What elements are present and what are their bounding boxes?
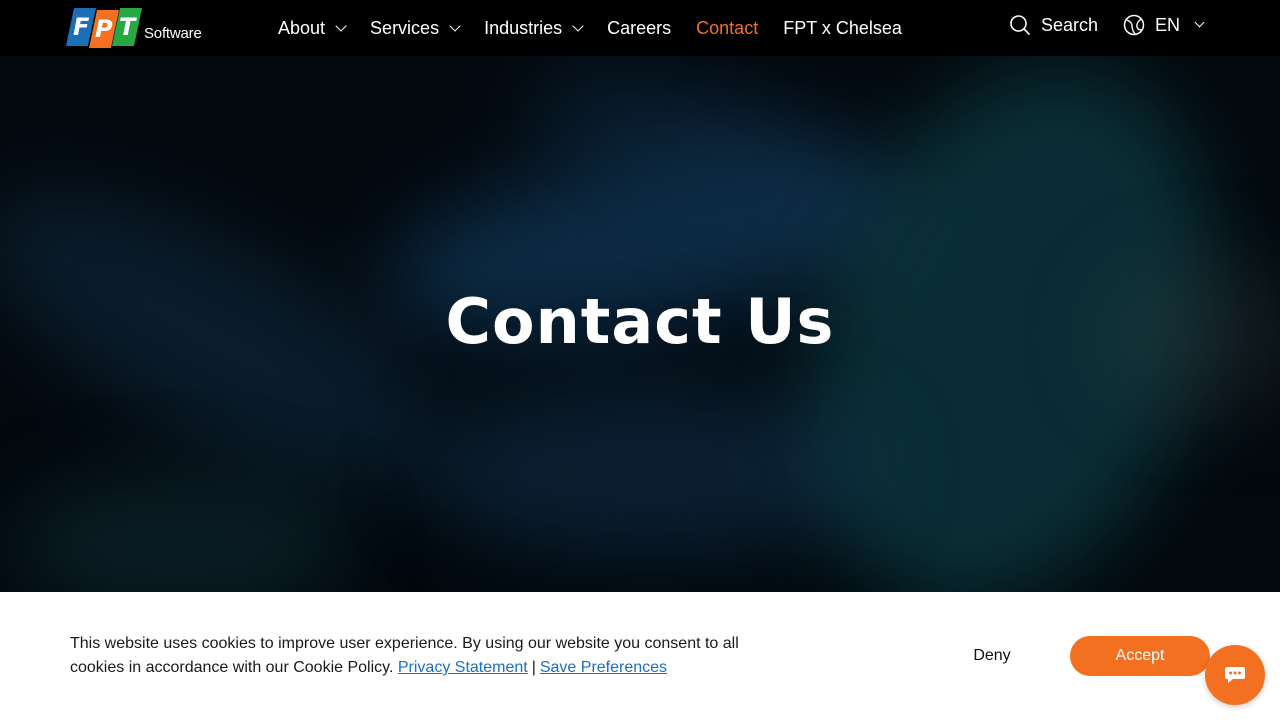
chevron-down-icon — [335, 19, 347, 32]
nav-item-label: About — [278, 17, 326, 38]
chevron-down-icon — [1194, 17, 1205, 28]
logo-letter-f: F — [72, 13, 90, 41]
page-title: Contact Us — [445, 285, 835, 358]
chevron-down-icon — [572, 19, 584, 32]
search-button[interactable]: Search — [1009, 14, 1098, 36]
main-nav: About Services Industries Careers Contac… — [278, 0, 927, 56]
logo-wordmark: Software — [144, 25, 202, 42]
chevron-down-icon — [449, 19, 461, 32]
fpt-software-logo[interactable]: F P T Software — [65, 6, 202, 48]
nav-item-label: Services — [370, 17, 440, 38]
globe-icon — [1123, 14, 1145, 36]
site-header: F P T Software About Services Industries… — [0, 0, 1280, 56]
logo-letter-p: P — [95, 15, 113, 43]
nav-item-fpt-x-chelsea[interactable]: FPT x Chelsea — [783, 18, 902, 39]
nav-item-industries[interactable]: Industries — [484, 17, 584, 39]
link-separator: | — [531, 659, 536, 676]
chat-bubble-icon — [1225, 667, 1245, 683]
nav-item-services[interactable]: Services — [370, 17, 461, 39]
chat-button[interactable] — [1205, 645, 1265, 705]
nav-item-label: Contact — [696, 17, 759, 38]
hero-background-glow — [10, 476, 350, 592]
nav-item-label: Industries — [484, 17, 563, 38]
language-label: EN — [1155, 14, 1181, 35]
nav-item-label: FPT x Chelsea — [783, 17, 902, 38]
accept-button[interactable]: Accept — [1070, 636, 1210, 676]
search-icon — [1010, 15, 1030, 35]
privacy-statement-link[interactable]: Privacy Statement — [398, 659, 528, 676]
nav-item-about[interactable]: About — [278, 17, 347, 39]
deny-button[interactable]: Deny — [952, 636, 1032, 676]
logo-mark: F P T — [65, 6, 143, 48]
hero-background-glow — [420, 386, 880, 556]
nav-item-label: Careers — [607, 17, 672, 38]
search-label: Search — [1041, 14, 1099, 35]
logo-letter-t: T — [118, 13, 136, 41]
nav-item-contact[interactable]: Contact — [696, 18, 758, 39]
language-selector[interactable]: EN — [1123, 14, 1205, 36]
hero-banner: Contact Us — [0, 56, 1280, 592]
cookie-banner: This website uses cookies to improve use… — [0, 592, 1280, 720]
nav-item-careers[interactable]: Careers — [607, 18, 671, 39]
save-preferences-link[interactable]: Save Preferences — [540, 659, 667, 676]
cookie-message-block: This website uses cookies to improve use… — [70, 632, 780, 680]
